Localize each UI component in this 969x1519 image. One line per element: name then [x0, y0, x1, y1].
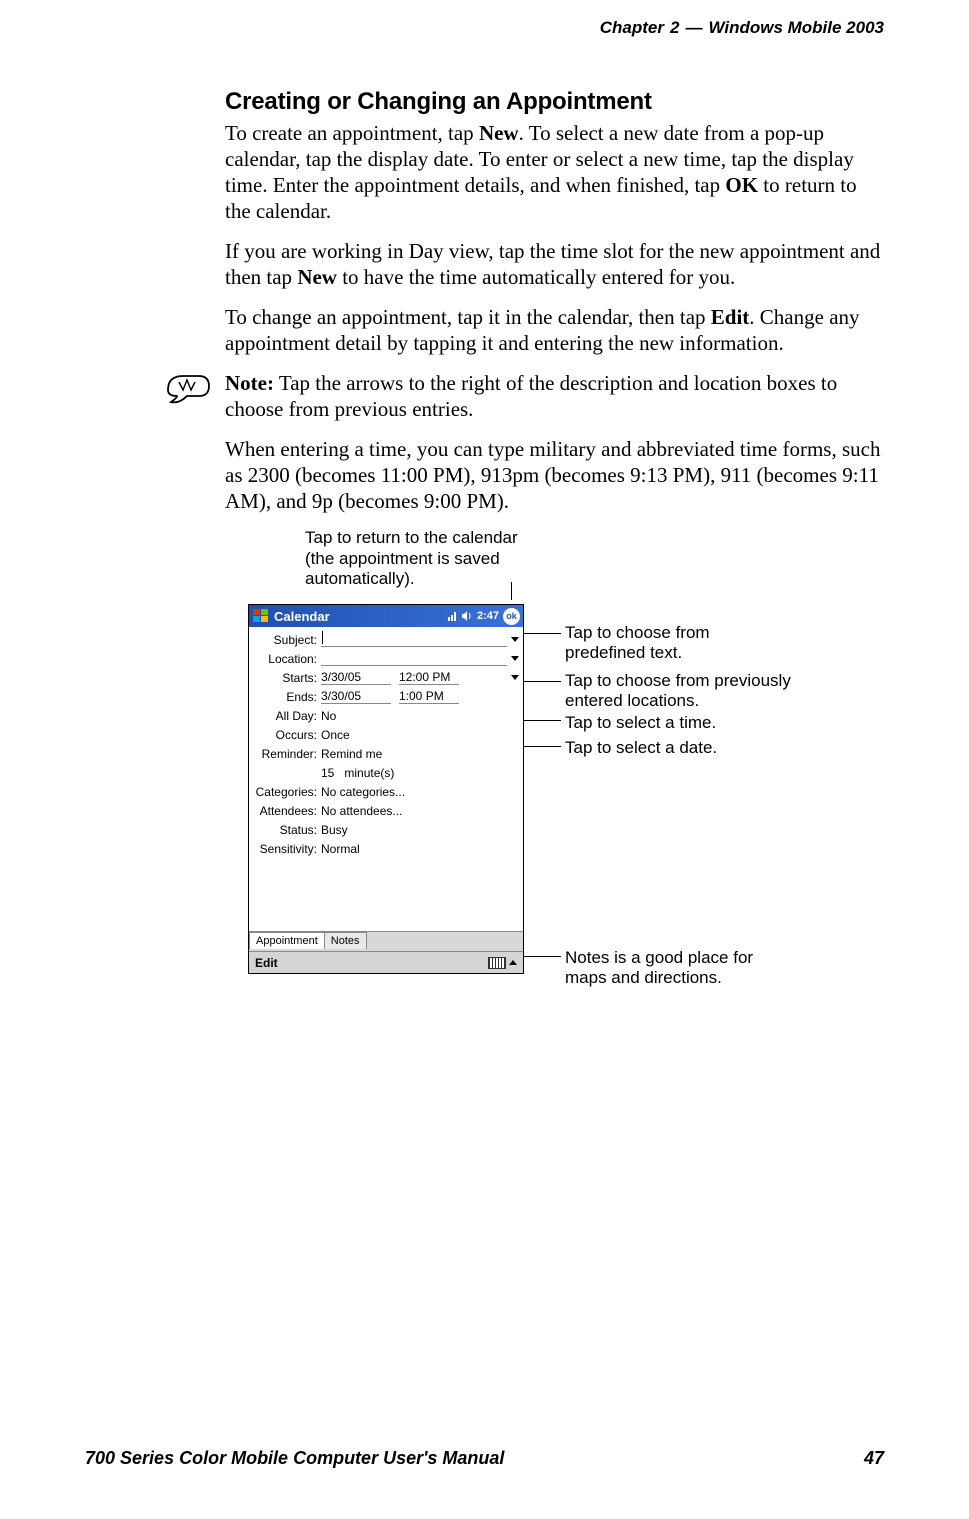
header-dash: —	[685, 18, 702, 38]
note-block: Note: Tap the arrows to the right of the…	[165, 370, 884, 422]
row-reminder-1: Reminder: Remind me	[253, 744, 519, 763]
label-reminder: Reminder:	[253, 747, 321, 761]
label-occurs: Occurs:	[253, 728, 321, 742]
row-sensitivity: Sensitivity: Normal	[253, 839, 519, 858]
chevron-down-icon[interactable]	[511, 637, 519, 642]
pda-form: Subject: Location: Starts: 3/30/05 12:00…	[249, 627, 523, 858]
tab-appointment[interactable]: Appointment	[249, 932, 325, 949]
p2-bold-new: New	[297, 265, 337, 289]
field-end-date[interactable]: 3/30/05	[321, 689, 391, 704]
running-header: Chapter 2 — Windows Mobile 2003	[85, 18, 884, 38]
p1-bold-new: New	[479, 121, 519, 145]
row-reminder-2: 15 minute(s)	[253, 763, 519, 782]
field-occurs[interactable]: Once	[321, 728, 519, 742]
header-chapter-num: 2	[670, 18, 679, 38]
pda-screenshot: Calendar 2:47 ok Subject: Location:	[248, 604, 524, 974]
speaker-icon	[461, 610, 473, 622]
callout-predefined-text: Tap to choose from predefined text.	[565, 623, 765, 662]
row-ends: Ends: 3/30/05 1:00 PM	[253, 687, 519, 706]
field-subject[interactable]	[321, 632, 519, 647]
connectivity-icon	[447, 610, 459, 622]
edit-menu[interactable]: Edit	[255, 956, 278, 970]
label-allday: All Day:	[253, 709, 321, 723]
pda-titlebar: Calendar 2:47 ok	[249, 605, 523, 627]
paragraph-1: To create an appointment, tap New. To se…	[225, 120, 884, 224]
label-ends: Ends:	[253, 690, 321, 704]
label-sensitivity: Sensitivity:	[253, 842, 321, 856]
note-body: Tap the arrows to the right of the descr…	[225, 371, 837, 421]
field-reminder-value[interactable]: 15	[321, 766, 334, 780]
pda-time: 2:47	[477, 610, 499, 622]
p1-bold-ok: OK	[725, 173, 758, 197]
note-icon	[165, 370, 211, 406]
callout-select-time: Tap to select a time.	[565, 713, 716, 733]
field-end-time[interactable]: 1:00 PM	[399, 689, 459, 704]
row-status: Status: Busy	[253, 820, 519, 839]
field-reminder-remind-me[interactable]: Remind me	[321, 747, 519, 761]
row-subject: Subject:	[253, 630, 519, 649]
page-footer: 700 Series Color Mobile Computer User's …	[85, 1448, 884, 1469]
label-subject: Subject:	[253, 633, 321, 647]
chevron-down-icon[interactable]	[511, 675, 519, 680]
callout-line	[523, 681, 561, 682]
callout-top: Tap to return to the calendar (the appoi…	[305, 528, 545, 589]
field-allday[interactable]: No	[321, 709, 519, 723]
header-title: Windows Mobile 2003	[708, 18, 884, 38]
callout-select-date: Tap to select a date.	[565, 738, 717, 758]
field-attendees[interactable]: No attendees...	[321, 804, 519, 818]
chevron-up-icon	[509, 960, 517, 965]
field-start-time[interactable]: 12:00 PM	[399, 670, 459, 685]
callout-line	[523, 956, 561, 957]
footer-manual-title: 700 Series Color Mobile Computer User's …	[85, 1448, 504, 1469]
field-status[interactable]: Busy	[321, 823, 519, 837]
pda-command-bar: Edit	[249, 951, 523, 973]
field-location[interactable]	[321, 651, 519, 666]
label-attendees: Attendees:	[253, 804, 321, 818]
p3-text-a: To change an appointment, tap it in the …	[225, 305, 711, 329]
row-location: Location:	[253, 649, 519, 668]
paragraph-4: When entering a time, you can type milit…	[225, 436, 884, 514]
windows-flag-icon	[252, 608, 270, 624]
chevron-down-icon[interactable]	[511, 656, 519, 661]
callout-notes-hint: Notes is a good place for maps and direc…	[565, 948, 795, 987]
tab-notes[interactable]: Notes	[324, 932, 367, 949]
note-text: Note: Tap the arrows to the right of the…	[225, 370, 884, 422]
label-location: Location:	[253, 652, 321, 666]
section-heading: Creating or Changing an Appointment	[225, 88, 884, 116]
callout-line	[511, 582, 512, 600]
callout-line	[523, 746, 561, 747]
figure: Tap to return to the calendar (the appoi…	[225, 528, 884, 1028]
note-bold: Note:	[225, 371, 274, 395]
row-attendees: Attendees: No attendees...	[253, 801, 519, 820]
footer-page-number: 47	[864, 1448, 884, 1469]
paragraph-2: If you are working in Day view, tap the …	[225, 238, 884, 290]
field-sensitivity[interactable]: Normal	[321, 842, 519, 856]
pda-title: Calendar	[274, 609, 330, 624]
callout-line	[523, 633, 561, 634]
row-occurs: Occurs: Once	[253, 725, 519, 744]
callout-previous-locations: Tap to choose from previously entered lo…	[565, 671, 825, 710]
keyboard-icon[interactable]	[488, 957, 517, 969]
paragraph-3: To change an appointment, tap it in the …	[225, 304, 884, 356]
p3-bold-edit: Edit	[711, 305, 750, 329]
label-categories: Categories:	[253, 785, 321, 799]
p1-text-a: To create an appointment, tap	[225, 121, 479, 145]
row-allday: All Day: No	[253, 706, 519, 725]
ok-button[interactable]: ok	[503, 608, 520, 625]
pda-tabs: Appointment Notes	[249, 931, 523, 951]
callout-line	[523, 720, 561, 721]
row-categories: Categories: No categories...	[253, 782, 519, 801]
field-categories[interactable]: No categories...	[321, 785, 519, 799]
p2-text-b: to have the time automatically entered f…	[337, 265, 735, 289]
header-chapter: Chapter	[600, 18, 664, 38]
field-reminder-unit[interactable]: minute(s)	[344, 766, 394, 780]
label-status: Status:	[253, 823, 321, 837]
field-start-date[interactable]: 3/30/05	[321, 670, 391, 685]
label-starts: Starts:	[253, 671, 321, 685]
row-starts: Starts: 3/30/05 12:00 PM	[253, 668, 519, 687]
